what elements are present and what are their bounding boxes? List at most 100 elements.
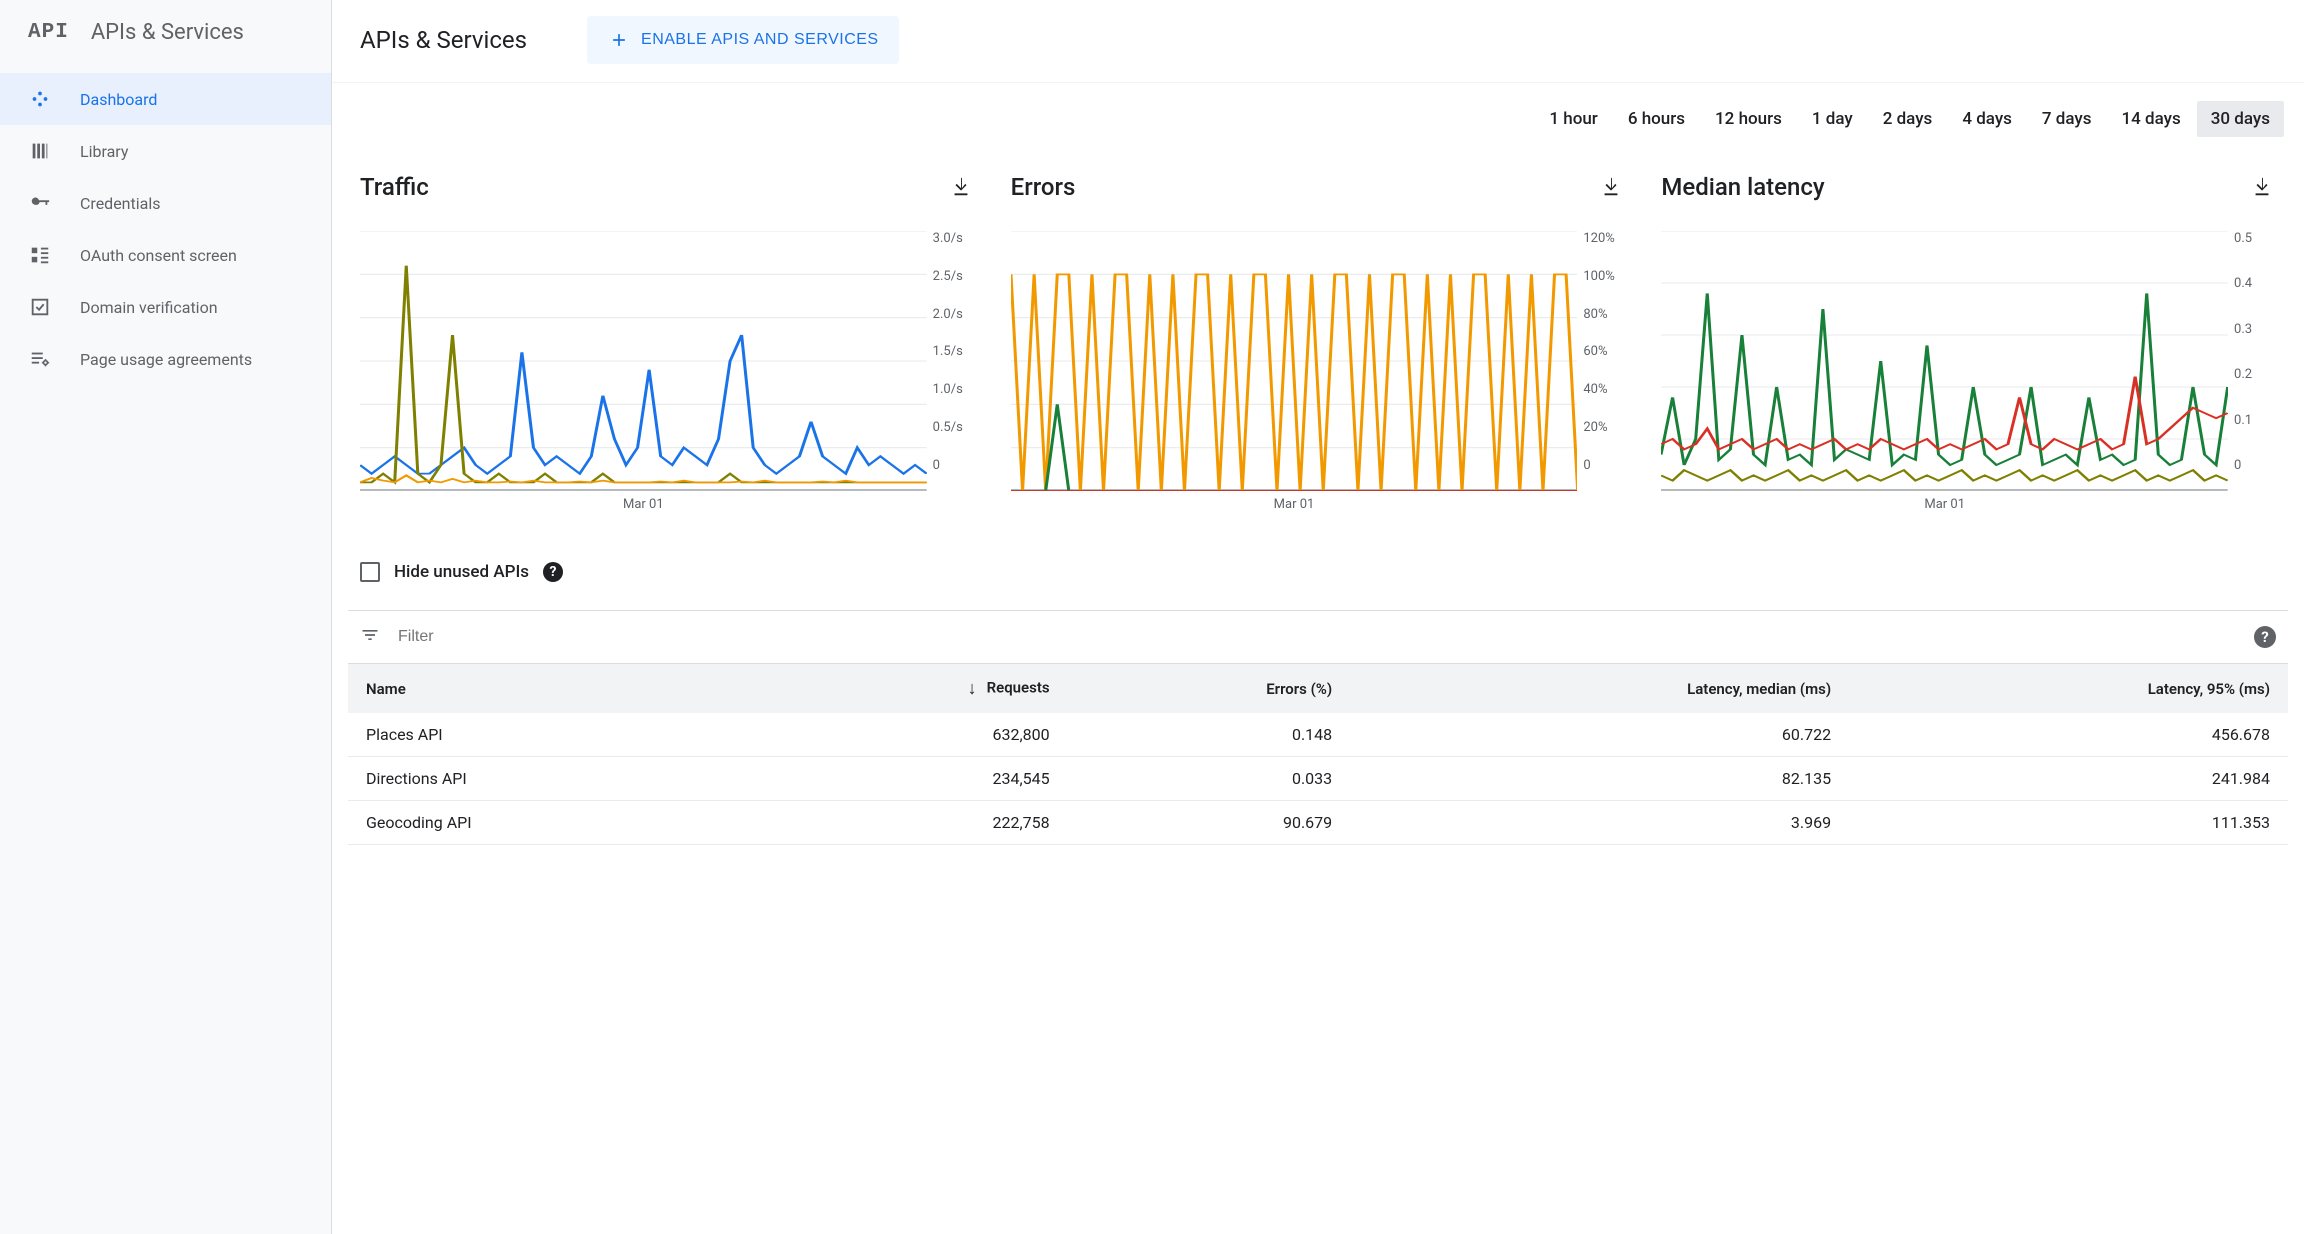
chart-latency: Median latency 0.50.40.30.20.10 Mar 01 [1661,173,2276,512]
y-tick: 2.0/s [933,307,975,322]
sidebar-title: APIs & Services [91,20,244,45]
cell-requests: 632,800 [741,713,1068,757]
download-traffic-button[interactable] [947,173,975,201]
y-tick: 0.4 [2234,276,2276,291]
sidebar-header: API APIs & Services [0,0,331,69]
verified-icon [28,295,52,319]
y-tick: 100% [1583,269,1625,284]
y-tick: 20% [1583,420,1625,435]
sidebar-item-domain-verification[interactable]: Domain verification [0,281,331,333]
time-tab-30days[interactable]: 30 days [2197,101,2284,137]
time-tab-7days[interactable]: 7 days [2028,101,2106,137]
agreements-icon [28,347,52,371]
y-ticks-errors: 120%100%80%60%40%20%0 [1577,231,1625,491]
cell-lat-95: 456.678 [1849,713,2288,757]
x-axis-errors: Mar 01 [1011,491,1626,512]
download-errors-button[interactable] [1597,173,1625,201]
api-table: Name↓RequestsErrors (%)Latency, median (… [348,663,2288,845]
col-name[interactable]: Name [348,664,741,714]
time-tab-4days[interactable]: 4 days [1948,101,2026,137]
y-tick: 60% [1583,344,1625,359]
sidebar-item-label: OAuth consent screen [80,246,237,265]
chart-traffic: Traffic 3.0/s2.5/s2.0/s1.5/s1.0/s0.5/s0 … [360,173,975,512]
time-range-tabs: 1 hour6 hours12 hours1 day2 days4 days7 … [332,83,2304,145]
sidebar: API APIs & Services Dashboard Library Cr… [0,0,332,1234]
page-title: APIs & Services [360,26,527,54]
sidebar-item-library[interactable]: Library [0,125,331,177]
y-tick: 0 [2234,458,2276,473]
sidebar-item-label: Credentials [80,194,161,213]
time-tab-1hour[interactable]: 1 hour [1535,101,1611,137]
sidebar-item-label: Page usage agreements [80,350,252,369]
col-errors-[interactable]: Errors (%) [1068,664,1351,714]
charts-row: Traffic 3.0/s2.5/s2.0/s1.5/s1.0/s0.5/s0 … [332,145,2304,524]
cell-requests: 234,545 [741,757,1068,801]
filter-input[interactable] [398,628,2236,646]
cell-lat-95: 241.984 [1849,757,2288,801]
table-header-row: Name↓RequestsErrors (%)Latency, median (… [348,664,2288,714]
topbar: APIs & Services ENABLE APIS AND SERVICES [332,0,2304,83]
sidebar-item-label: Library [80,142,128,161]
cell-lat-median: 82.135 [1350,757,1849,801]
y-tick: 0 [1583,458,1625,473]
main: APIs & Services ENABLE APIS AND SERVICES… [332,0,2304,1234]
sort-desc-icon: ↓ [968,678,977,699]
table-body: Places API 632,800 0.148 60.722 456.678D… [348,713,2288,845]
time-tab-2days[interactable]: 2 days [1869,101,1947,137]
chart-title-latency: Median latency [1661,173,1824,201]
hide-unused-label: Hide unused APIs [394,562,529,582]
chart-title-traffic: Traffic [360,173,429,201]
col-latency-95-ms-[interactable]: Latency, 95% (ms) [1849,664,2288,714]
chart-plot-traffic [360,231,927,491]
sidebar-item-dashboard[interactable]: Dashboard [0,73,331,125]
chart-plot-errors [1011,231,1578,491]
cell-errors: 0.148 [1068,713,1351,757]
cell-name: Geocoding API [348,801,741,845]
cell-name: Directions API [348,757,741,801]
plus-icon [607,28,631,52]
time-tab-14days[interactable]: 14 days [2108,101,2195,137]
y-tick: 3.0/s [933,231,975,246]
time-tab-12hours[interactable]: 12 hours [1701,101,1796,137]
y-tick: 120% [1583,231,1625,246]
y-tick: 40% [1583,382,1625,397]
enable-apis-button[interactable]: ENABLE APIS AND SERVICES [587,16,899,64]
y-tick: 0.1 [2234,413,2276,428]
api-logo: API [28,21,69,44]
chart-title-errors: Errors [1011,173,1076,201]
y-ticks-latency: 0.50.40.30.20.10 [2228,231,2276,491]
col-latency-median-ms-[interactable]: Latency, median (ms) [1350,664,1849,714]
chart-errors: Errors 120%100%80%60%40%20%0 Mar 01 [1011,173,1626,512]
key-icon [28,191,52,215]
cell-lat-median: 60.722 [1350,713,1849,757]
y-tick: 1.5/s [933,344,975,359]
col-requests[interactable]: ↓Requests [741,664,1068,714]
sidebar-item-credentials[interactable]: Credentials [0,177,331,229]
hide-unused-help-icon[interactable]: ? [543,562,563,582]
time-tab-6hours[interactable]: 6 hours [1614,101,1699,137]
table-row[interactable]: Places API 632,800 0.148 60.722 456.678 [348,713,2288,757]
y-tick: 0.2 [2234,367,2276,382]
time-tab-1day[interactable]: 1 day [1798,101,1867,137]
consent-icon [28,243,52,267]
cell-requests: 222,758 [741,801,1068,845]
sidebar-item-label: Domain verification [80,298,218,317]
table-row[interactable]: Geocoding API 222,758 90.679 3.969 111.3… [348,801,2288,845]
table-row[interactable]: Directions API 234,545 0.033 82.135 241.… [348,757,2288,801]
y-tick: 2.5/s [933,269,975,284]
cell-name: Places API [348,713,741,757]
sidebar-nav: Dashboard Library Credentials OAuth cons… [0,69,331,385]
filter-help-icon[interactable]: ? [2254,626,2276,648]
library-icon [28,139,52,163]
dashboard-icon [28,87,52,111]
y-tick: 0 [933,458,975,473]
table-controls: Hide unused APIs ? [332,524,2304,592]
x-axis-traffic: Mar 01 [360,491,975,512]
sidebar-item-page-usage-agreements[interactable]: Page usage agreements [0,333,331,385]
download-latency-button[interactable] [2248,173,2276,201]
chart-plot-latency [1661,231,2228,491]
y-tick: 1.0/s [933,382,975,397]
hide-unused-checkbox[interactable] [360,562,380,582]
sidebar-item-oauth-consent-screen[interactable]: OAuth consent screen [0,229,331,281]
filter-row: ? [348,610,2288,663]
